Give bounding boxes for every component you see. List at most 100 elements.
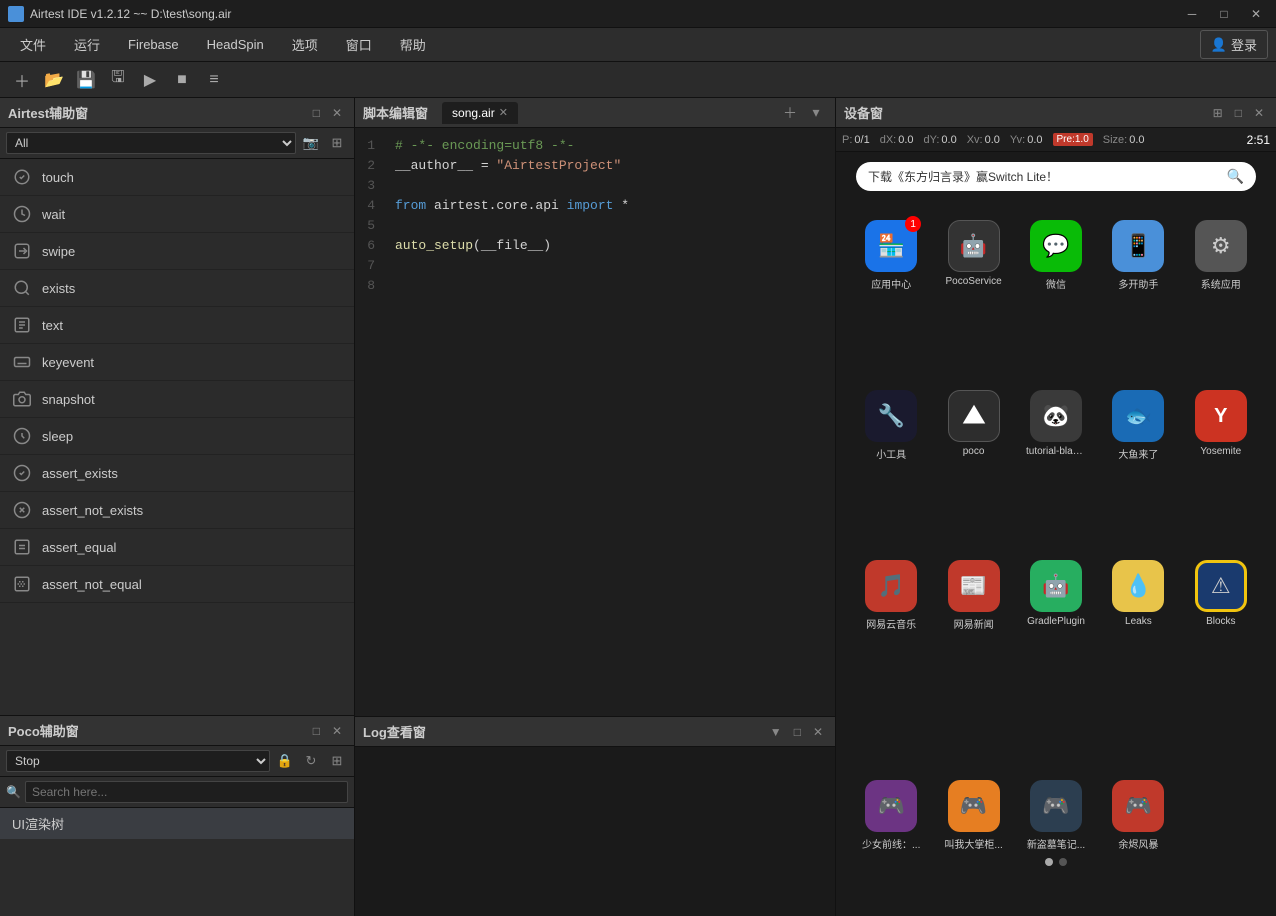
airtest-copy-button[interactable]: ⊞ xyxy=(326,132,348,154)
poco-expand-button[interactable]: □ xyxy=(309,722,324,740)
poco-lock-button[interactable]: 🔒 xyxy=(274,750,296,772)
airtest-keyevent-item[interactable]: keyevent xyxy=(0,344,354,381)
info-xv-value: 0.0 xyxy=(985,134,1000,146)
app-name-wangyixinwen: 网易新闻 xyxy=(954,616,994,631)
menu-run[interactable]: 运行 xyxy=(62,31,112,58)
line-code-8 xyxy=(385,276,835,296)
app-duokai[interactable]: 📱 多开助手 xyxy=(1101,220,1175,291)
menu-headspin[interactable]: HeadSpin xyxy=(195,33,276,56)
log-expand-button[interactable]: □ xyxy=(790,723,805,741)
title-bar: Airtest IDE v1.2.12 ~~ D:\test\song.air … xyxy=(0,0,1276,28)
airtest-exists-item[interactable]: exists xyxy=(0,270,354,307)
app-tutorial-blackjack[interactable]: 🐼 tutorial-blackja... xyxy=(1019,390,1093,461)
device-screen-button[interactable]: ⊞ xyxy=(1209,104,1227,122)
save-all-button[interactable]: 🖫 xyxy=(104,66,132,94)
airtest-snapshot-item[interactable]: snapshot xyxy=(0,381,354,418)
app-icon-dayu: 🐟 xyxy=(1112,390,1164,442)
device-close-button[interactable]: ✕ xyxy=(1250,104,1268,122)
airtest-screenshot-button[interactable]: 📷 xyxy=(300,132,322,154)
login-button[interactable]: 👤 登录 xyxy=(1200,30,1268,59)
info-p: P: 0/1 xyxy=(842,134,870,146)
poco-mode-select[interactable]: Stop xyxy=(6,750,270,772)
airtest-filter-select[interactable]: All xyxy=(6,132,296,154)
tab-dropdown-button[interactable]: ▾ xyxy=(805,102,827,124)
app-shaonv[interactable]: 🎮 少女前线：... xyxy=(854,780,928,851)
airtest-close-button[interactable]: ✕ xyxy=(328,104,346,122)
new-file-button[interactable]: ＋ xyxy=(8,66,36,94)
page-dot-1[interactable] xyxy=(1045,858,1053,866)
ui-tree-label: UI渲染树 xyxy=(12,817,64,832)
log-close-button[interactable]: ✕ xyxy=(809,723,827,741)
device-search-text: 下载《东方归言录》赢Switch Lite！ xyxy=(868,168,1221,185)
swipe-icon xyxy=(12,241,32,261)
poco-ui-tree-item[interactable]: UI渲染树 xyxy=(0,808,354,839)
airtest-assert-exists-item[interactable]: assert_exists xyxy=(0,455,354,492)
app-xitong[interactable]: ⚙ 系统应用 xyxy=(1184,220,1258,291)
app-pocoservice[interactable]: 🤖 PocoService xyxy=(936,220,1010,291)
app-jiaowozhangui[interactable]: 🎮 叫我大掌柜... xyxy=(936,780,1010,851)
info-pre: Pre:1.0 xyxy=(1053,133,1093,146)
app-blocks[interactable]: ⚠ Blocks xyxy=(1184,560,1258,631)
save-button[interactable]: 💾 xyxy=(72,66,100,94)
new-tab-button[interactable]: ＋ xyxy=(779,102,801,124)
airtest-assert-equal-item[interactable]: assert_equal xyxy=(0,529,354,566)
poco-close-button[interactable]: ✕ xyxy=(328,722,346,740)
airtest-sleep-item[interactable]: sleep xyxy=(0,418,354,455)
center-panel: 脚本编辑窗 song.air ✕ ＋ ▾ 1 # -*- encoding=ut… xyxy=(355,98,836,916)
menu-firebase[interactable]: Firebase xyxy=(116,33,191,56)
device-expand-button[interactable]: □ xyxy=(1231,104,1246,122)
airtest-expand-button[interactable]: □ xyxy=(309,104,324,122)
airtest-assert-not-equal-item[interactable]: assert_not_equal xyxy=(0,566,354,603)
app-wechat[interactable]: 💬 微信 xyxy=(1019,220,1093,291)
app-wangyiyun[interactable]: 🎵 网易云音乐 xyxy=(854,560,928,631)
app-leaks[interactable]: 💧 Leaks xyxy=(1101,560,1175,631)
app-yujinfengbao[interactable]: 🎮 余烬风暴 xyxy=(1101,780,1175,851)
close-button[interactable]: ✕ xyxy=(1244,6,1268,22)
airtest-touch-item[interactable]: touch xyxy=(0,159,354,196)
app-name-tutorial: tutorial-blackja... xyxy=(1026,446,1086,457)
run-button[interactable]: ▶ xyxy=(136,66,164,94)
stop-button[interactable]: ■ xyxy=(168,66,196,94)
airtest-assert-not-exists-item[interactable]: assert_not_exists xyxy=(0,492,354,529)
poco-search-input[interactable] xyxy=(25,781,348,803)
airtest-wait-item[interactable]: wait xyxy=(0,196,354,233)
menu-help[interactable]: 帮助 xyxy=(388,31,438,58)
app-name-shaonv: 少女前线：... xyxy=(862,836,920,851)
app-yosemite[interactable]: Y Yosemite xyxy=(1184,390,1258,461)
app-name-yingyongzhongxin: 应用中心 xyxy=(871,276,911,291)
app-name-daomubiji: 新盗墓笔记... xyxy=(1027,836,1085,851)
minimize-button[interactable]: ─ xyxy=(1180,6,1204,22)
page-dot-2[interactable] xyxy=(1059,858,1067,866)
device-screen[interactable]: 下载《东方归言录》赢Switch Lite！ 🔍 🏪 1 应用中心 🤖 Poco… xyxy=(836,152,1276,916)
editor-tab-song[interactable]: song.air ✕ xyxy=(442,102,518,124)
log-filter-button[interactable]: ▼ xyxy=(766,723,786,741)
airtest-swipe-item[interactable]: swipe xyxy=(0,233,354,270)
menu-options[interactable]: 选项 xyxy=(280,31,330,58)
device-search-bar[interactable]: 下载《东方归言录》赢Switch Lite！ 🔍 xyxy=(856,162,1256,191)
poco-copy-button[interactable]: ⊞ xyxy=(326,750,348,772)
device-search-icon[interactable]: 🔍 xyxy=(1227,168,1244,185)
login-label: 登录 xyxy=(1231,35,1257,54)
app-yingyongzhongxin[interactable]: 🏪 1 应用中心 xyxy=(854,220,928,291)
app-xiaogongju[interactable]: 🔧 小工具 xyxy=(854,390,928,461)
poco-panel-title: Poco辅助窗 xyxy=(8,721,79,740)
menu-file[interactable]: 文件 xyxy=(8,31,58,58)
app-gradle[interactable]: 🤖 GradlePlugin xyxy=(1019,560,1093,631)
app-icon-xiaogongju: 🔧 xyxy=(865,390,917,442)
app-poco[interactable]: poco xyxy=(936,390,1010,461)
poco-refresh-button[interactable]: ↻ xyxy=(300,750,322,772)
code-line-1: 1 # -*- encoding=utf8 -*- xyxy=(355,136,835,156)
tab-close-button[interactable]: ✕ xyxy=(499,106,508,119)
airtest-text-item[interactable]: text xyxy=(0,307,354,344)
maximize-button[interactable]: □ xyxy=(1212,6,1236,22)
info-yv: Yv: 0.0 xyxy=(1010,134,1043,146)
app-wangyixinwen[interactable]: 📰 网易新闻 xyxy=(936,560,1010,631)
open-file-button[interactable]: 📂 xyxy=(40,66,68,94)
menu-window[interactable]: 窗口 xyxy=(334,31,384,58)
app-dayu[interactable]: 🐟 大鱼来了 xyxy=(1101,390,1175,461)
menu-toggle-button[interactable]: ≡ xyxy=(200,66,228,94)
info-size-label: Size: xyxy=(1103,134,1127,146)
app-icon-yosemite: Y xyxy=(1195,390,1247,442)
app-name-duokai: 多开助手 xyxy=(1118,276,1158,291)
app-daomubiji[interactable]: 🎮 新盗墓笔记... xyxy=(1019,780,1093,851)
